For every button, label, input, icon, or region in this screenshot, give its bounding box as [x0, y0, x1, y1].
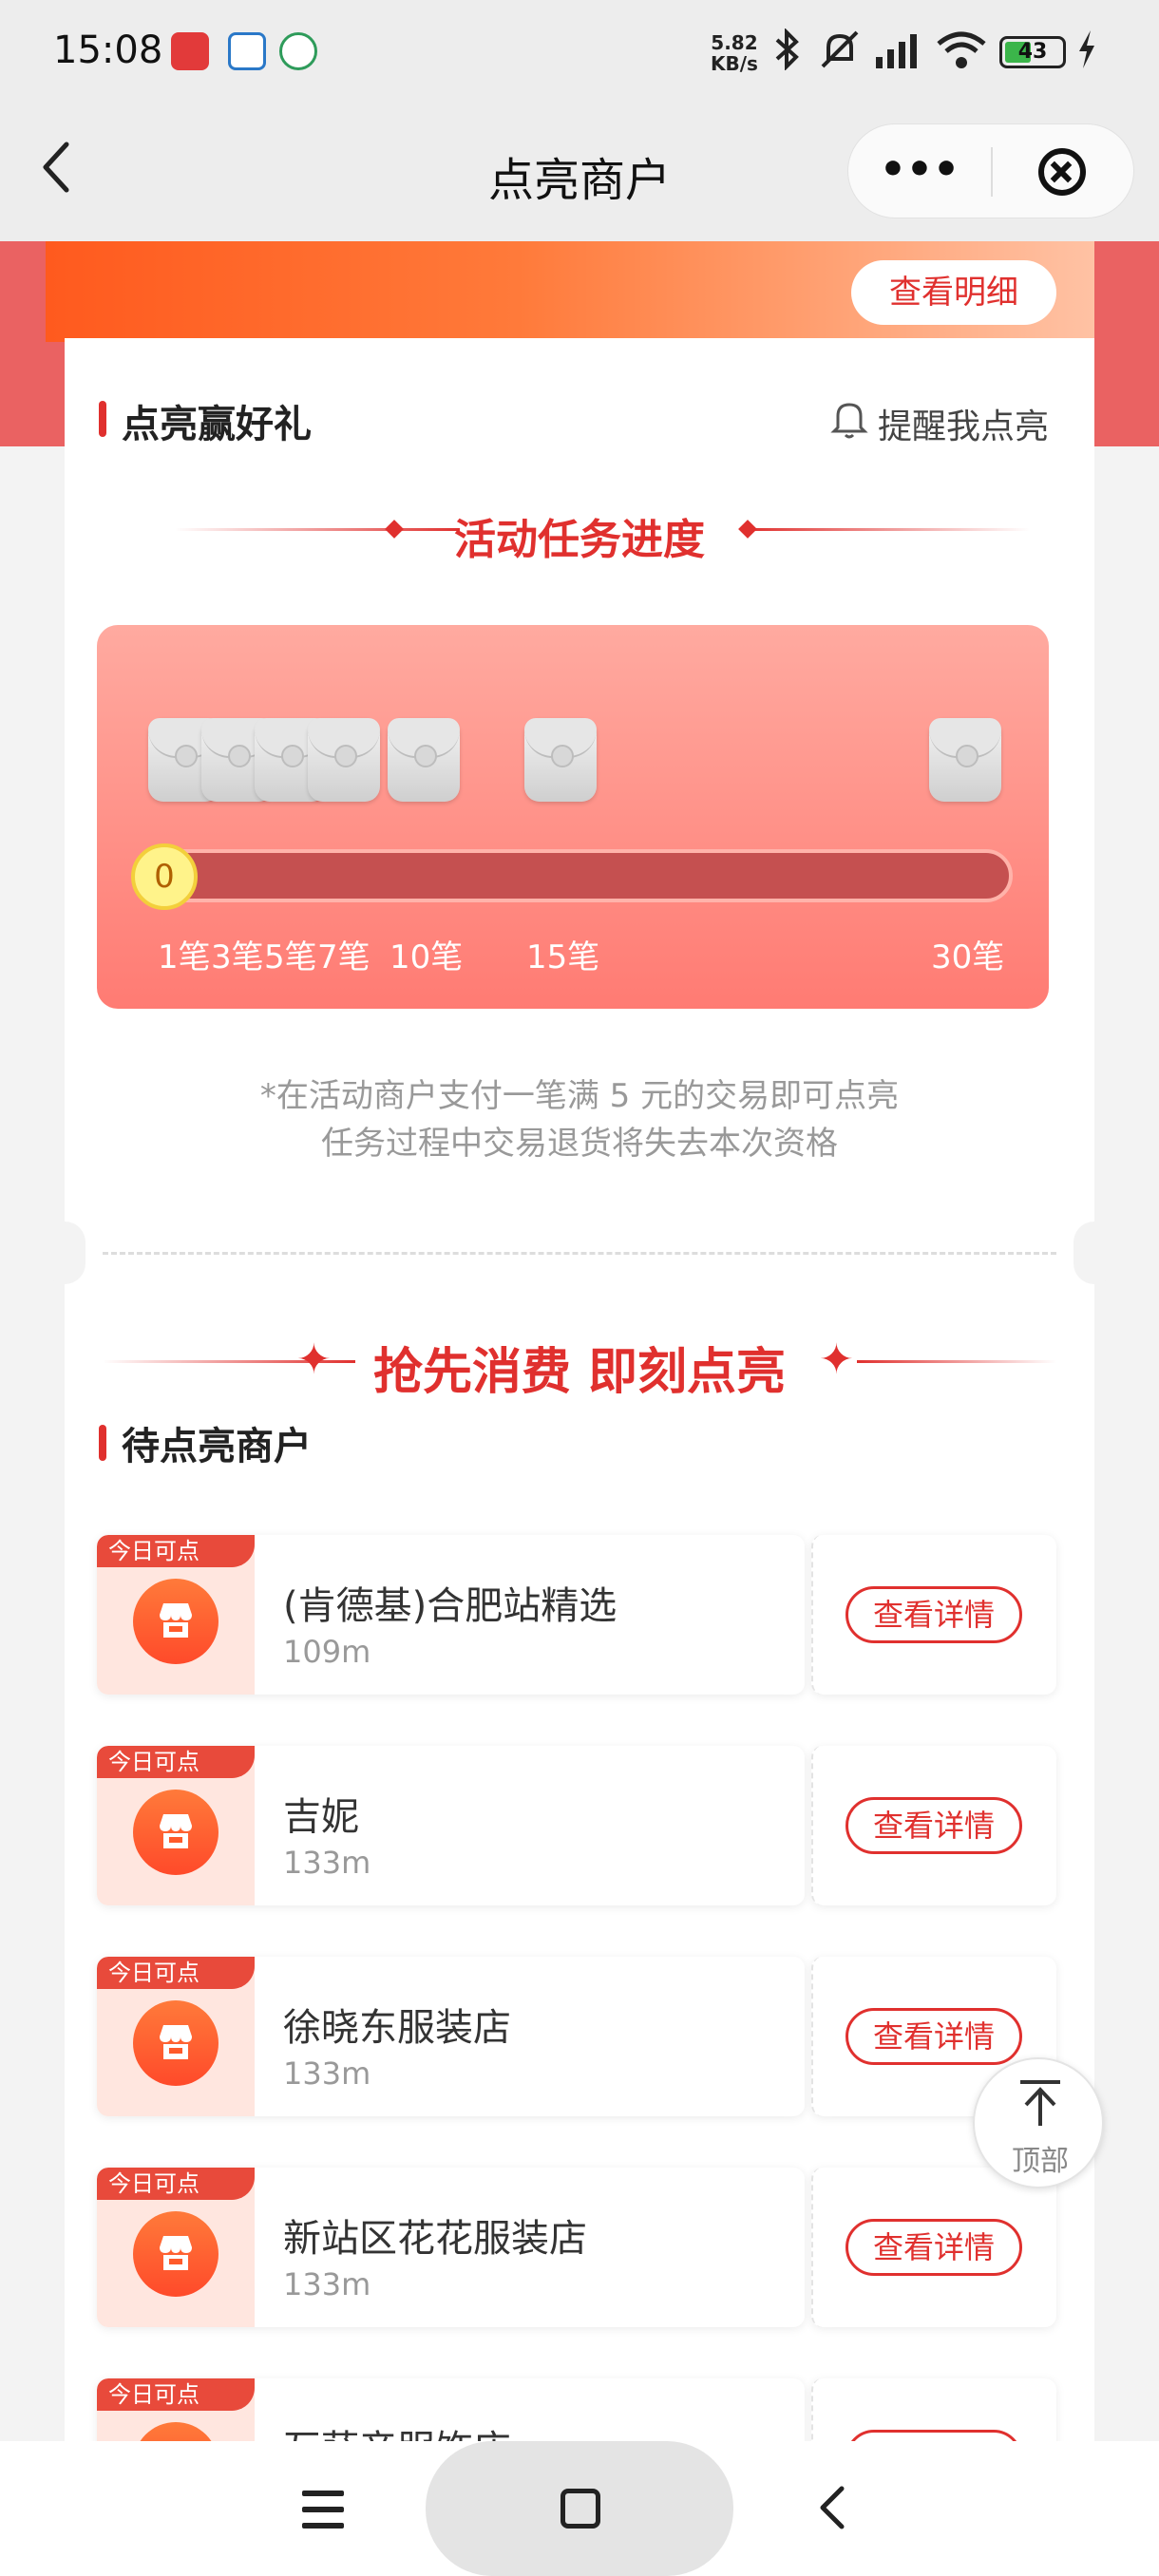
reward-envelope-icon	[524, 718, 597, 802]
shop-icon	[133, 1790, 218, 1875]
app-icon-blue	[228, 32, 266, 70]
sparkle-icon: ✦	[819, 1335, 854, 1384]
merchant-info[interactable]: 今日可点 (肯德基)合肥站精选 109m	[97, 1535, 805, 1695]
merchant-icon-box: 今日可点	[97, 1957, 255, 2116]
merchant-distance: 133m	[283, 2266, 371, 2302]
merchant-action: 查看详情	[811, 2168, 1056, 2327]
available-today-tag: 今日可点	[97, 2378, 255, 2411]
view-details-button[interactable]: 查看详情	[846, 2008, 1022, 2065]
milestone-label: 3笔	[211, 938, 264, 976]
net-speed: 5.82 KB/s	[711, 32, 758, 74]
progress-panel: 0 1笔 3笔 5笔 7笔 10笔 15笔 30笔	[97, 625, 1049, 1009]
merchant-name: 徐晓东服装店	[283, 2006, 511, 2050]
rule-note-line2: 任务过程中交易退货将失去本次资格	[321, 1125, 838, 1163]
merchant-distance: 133m	[283, 1845, 371, 1881]
deco-line-right	[857, 1360, 1056, 1363]
available-today-tag: 今日可点	[97, 1746, 255, 1778]
merchant-name: (肯德基)合肥站精选	[283, 1584, 618, 1628]
back-to-top-label: 顶部	[1012, 2145, 1069, 2178]
section-accent-bar	[99, 401, 106, 437]
merchant-info[interactable]: 今日可点 吉妮 133m	[97, 1746, 805, 1905]
back-to-top-button[interactable]: 顶部	[973, 2057, 1104, 2188]
wifi-icon	[935, 28, 988, 79]
battery-level: 43	[1017, 40, 1048, 64]
merchant-icon-box: 今日可点	[97, 1746, 255, 1905]
progress-track	[135, 849, 1013, 902]
merchant-item[interactable]: 今日可点 徐晓东服装店 133m 查看详情	[97, 1957, 1056, 2116]
merchant-name: 新站区花花服装店	[283, 2217, 587, 2261]
merchant-name: 吉妮	[283, 1795, 359, 1839]
merchant-item[interactable]: 今日可点 (肯德基)合肥站精选 109m 查看详情	[97, 1535, 1056, 1695]
bell-icon	[830, 397, 868, 439]
available-today-tag: 今日可点	[97, 1535, 255, 1567]
home-pill[interactable]	[426, 2441, 733, 2576]
bluetooth-icon	[771, 28, 802, 79]
merchant-item[interactable]: 今日可点 新站区花花服装店 133m 查看详情	[97, 2168, 1056, 2327]
milestone-label: 5笔	[264, 938, 317, 976]
view-details-button[interactable]: 查看详情	[846, 1586, 1022, 1643]
shop-icon	[133, 2000, 218, 2086]
mini-program-capsule: •••	[847, 123, 1134, 218]
more-button[interactable]: •••	[848, 124, 991, 219]
deco-line-right	[745, 528, 1030, 531]
merchant-item[interactable]: 今日可点 吉妮 133m 查看详情	[97, 1746, 1056, 1905]
net-speed-unit: KB/s	[711, 52, 758, 75]
merchant-distance: 109m	[283, 1634, 371, 1670]
status-time: 15:08	[53, 28, 163, 72]
dashed-divider	[103, 1252, 1056, 1255]
view-details-button[interactable]: 查看详情	[846, 2219, 1022, 2276]
card-notch-right	[1074, 1222, 1115, 1284]
reward-envelope-icon	[929, 718, 1001, 802]
milestone-label: 15笔	[526, 938, 600, 976]
available-today-tag: 今日可点	[97, 2168, 255, 2200]
reward-envelope-icon	[308, 718, 380, 802]
merchant-icon-box: 今日可点	[97, 2168, 255, 2327]
shop-icon	[133, 2211, 218, 2297]
view-detail-button[interactable]: 查看明细	[851, 260, 1056, 325]
merchant-info[interactable]: 今日可点 新站区花花服装店 133m	[97, 2168, 805, 2327]
merchant-distance: 133m	[283, 2055, 371, 2092]
card-notch-left	[44, 1222, 86, 1284]
milestone-label: 30笔	[931, 938, 1005, 976]
nav-bar: 点亮商户 •••	[0, 104, 1159, 241]
shop-icon	[133, 1579, 218, 1664]
app-icon-green	[279, 32, 317, 70]
system-nav-bar	[0, 2441, 1159, 2576]
merchant-action: 查看详情	[811, 1535, 1056, 1695]
reward-section-title: 点亮赢好礼	[122, 403, 312, 446]
rule-note-line1: *在活动商户支付一笔满 5 元的交易即可点亮	[259, 1077, 900, 1115]
merchant-section-title: 待点亮商户	[122, 1425, 312, 1468]
close-icon[interactable]	[1038, 148, 1086, 196]
merchant-banner-title: 抢先消费 即刻点亮	[372, 1344, 787, 1401]
available-today-tag: 今日可点	[97, 1957, 255, 1989]
system-back-icon[interactable]	[813, 2479, 851, 2548]
net-speed-value: 5.82	[711, 31, 758, 54]
home-icon	[560, 2489, 600, 2529]
charging-icon	[1075, 28, 1098, 79]
capsule-divider	[991, 147, 993, 197]
signal-icon	[872, 28, 922, 79]
arrow-up-icon	[1020, 2080, 1060, 2126]
milestone-label: 1笔	[158, 938, 211, 976]
menu-icon[interactable]	[302, 2491, 344, 2529]
merchant-action: 查看详情	[811, 1746, 1056, 1905]
reward-envelope-icon	[388, 718, 460, 802]
merchant-info[interactable]: 今日可点 徐晓东服装店 133m	[97, 1957, 805, 2116]
merchant-icon-box: 今日可点	[97, 1535, 255, 1695]
view-details-button[interactable]: 查看详情	[846, 1797, 1022, 1854]
app-icon-red	[171, 32, 209, 70]
status-bar: 15:08 5.82 KB/s 43	[0, 0, 1159, 104]
milestone-label: 7笔	[317, 938, 370, 976]
battery-icon: 43	[999, 36, 1066, 68]
main-card: 点亮赢好礼 提醒我点亮 活动任务进度 0 1笔 3笔 5笔 7笔 10笔 15笔…	[65, 338, 1094, 2576]
progress-title: 活动任务进度	[454, 516, 705, 564]
milestone-label: 10笔	[390, 938, 464, 976]
progress-knob: 0	[131, 843, 198, 910]
remind-me-button[interactable]: 提醒我点亮	[878, 399, 1049, 448]
mute-icon	[819, 28, 861, 79]
section-accent-bar	[99, 1425, 106, 1461]
